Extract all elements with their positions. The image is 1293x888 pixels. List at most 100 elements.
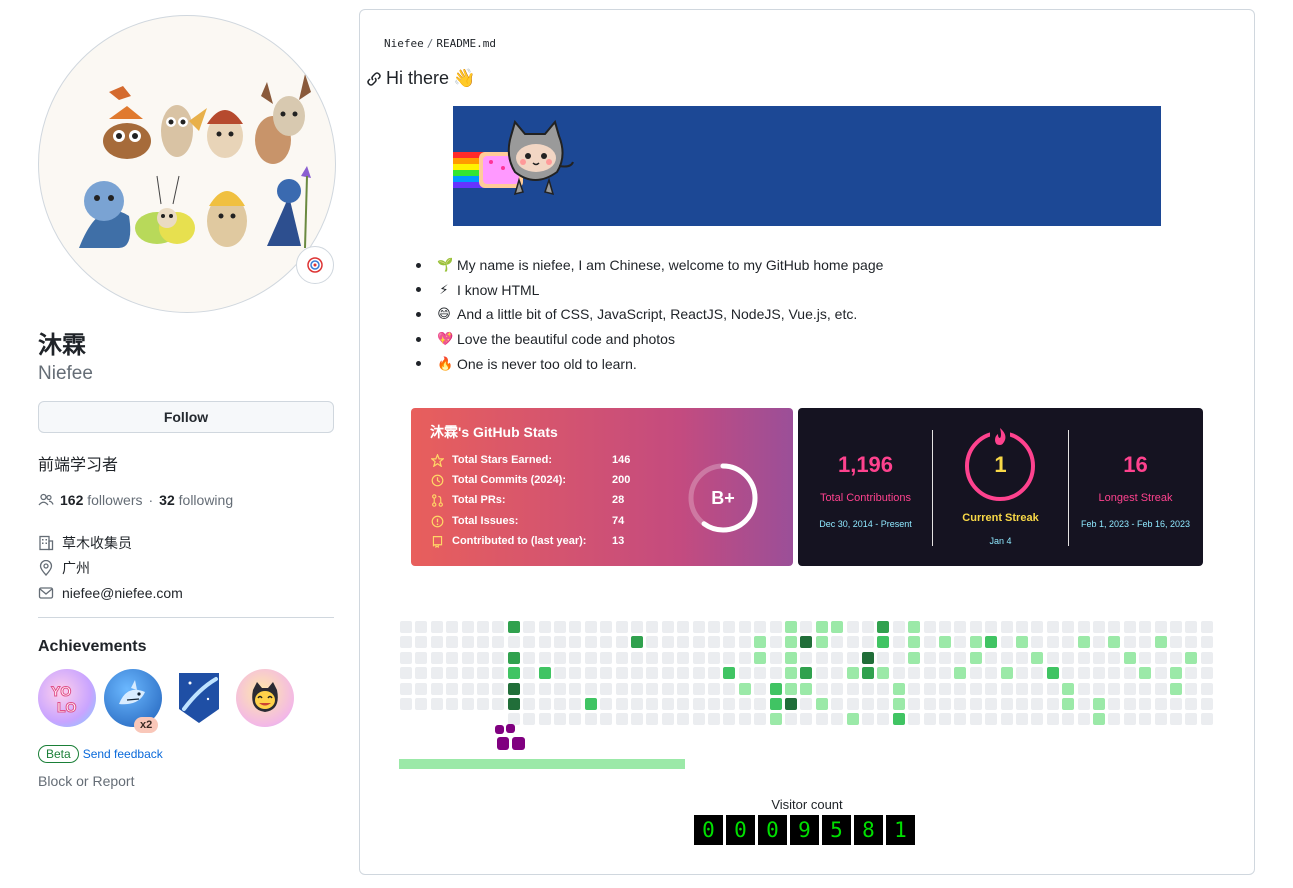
counter-digit: 9 <box>790 815 819 845</box>
contribution-cell <box>554 621 566 633</box>
streak-stats-card: 1,196 Total Contributions Dec 30, 2014 -… <box>798 408 1203 566</box>
contribution-cell <box>600 698 613 710</box>
breadcrumb-file[interactable]: README.md <box>436 37 496 50</box>
contribution-cell <box>400 621 412 633</box>
achievement-pull-shark[interactable]: x2 <box>104 669 162 733</box>
contribution-cell <box>723 698 736 710</box>
beta-feedback-row: Beta Send feedback <box>38 745 336 763</box>
email-link[interactable]: niefee@niefee.com <box>62 585 183 601</box>
list-item: 💖 Love the beautiful code and photos <box>416 327 883 352</box>
achievement-yolo[interactable]: YO LO <box>38 669 96 727</box>
snake-segment <box>497 737 509 750</box>
contribution-cell <box>661 713 674 726</box>
pr-icon <box>430 493 444 507</box>
block-report-link[interactable]: Block or Report <box>38 773 336 789</box>
issue-icon <box>430 514 444 528</box>
contribution-cell <box>1200 621 1213 633</box>
contribution-cell <box>1139 667 1152 680</box>
contribution-cell <box>738 651 751 664</box>
contribution-cell <box>415 682 428 695</box>
contribution-cell <box>584 636 597 649</box>
contribution-cell <box>1170 636 1182 649</box>
contribution-cell <box>1031 636 1044 649</box>
contribution-cell <box>785 636 797 649</box>
contribution-cell <box>800 698 813 710</box>
follow-button[interactable]: Follow <box>38 401 334 433</box>
contribution-cell <box>1062 651 1075 664</box>
contribution-cell <box>584 621 597 633</box>
contribution-cell <box>831 698 844 710</box>
contribution-cell <box>677 713 690 726</box>
achievement-starstruck[interactable] <box>170 669 228 727</box>
contribution-cell <box>800 713 813 726</box>
avatar[interactable] <box>38 15 336 313</box>
contribution-cell <box>1016 651 1028 664</box>
contribution-cell <box>923 667 936 680</box>
contribution-cell <box>1108 651 1121 664</box>
stat-row-contributed: Contributed to (last year): 13 <box>430 534 624 548</box>
contribution-cell <box>985 667 998 680</box>
heading-text: Hi there <box>386 68 450 88</box>
contribution-cell <box>492 636 505 649</box>
contribution-cell <box>1123 651 1136 664</box>
contribution-cell <box>1000 713 1013 726</box>
counter-digit: 5 <box>822 815 851 845</box>
contribution-cell <box>815 713 828 726</box>
total-contributions-label: Total Contributions <box>819 492 912 504</box>
contribution-cell <box>862 698 874 710</box>
contribution-cell <box>785 682 797 695</box>
achievement-quickdraw[interactable] <box>236 669 294 727</box>
contribution-cell <box>815 682 828 695</box>
contribution-cell <box>1016 636 1028 649</box>
contribution-cell <box>1077 636 1090 649</box>
contribution-cell <box>538 667 551 680</box>
contribution-cell <box>1123 621 1136 633</box>
contribution-cell <box>523 698 536 710</box>
contribution-cell <box>692 713 705 726</box>
contribution-cell <box>461 667 474 680</box>
contribution-cell <box>1139 698 1152 710</box>
about-list: 🌱 My name is niefee, I am Chinese, welcom… <box>416 253 883 376</box>
status-emoji-button[interactable] <box>296 246 334 284</box>
contribution-cell <box>800 636 813 649</box>
contribution-cell <box>631 667 643 680</box>
contribution-cell <box>985 682 998 695</box>
contribution-cell <box>615 621 628 633</box>
contribution-cell <box>1062 713 1075 726</box>
contribution-cell <box>1170 667 1182 680</box>
heart-icon: 💖 <box>437 331 454 347</box>
achievements-list: YO LO x2 <box>38 669 336 733</box>
contribution-cell <box>631 698 643 710</box>
contribution-cell <box>615 682 628 695</box>
contribution-cell <box>1077 651 1090 664</box>
contribution-cell <box>461 621 474 633</box>
followers-link[interactable]: 162 followers <box>60 492 143 508</box>
contribution-cell <box>815 621 828 633</box>
contribution-cell <box>831 667 844 680</box>
contribution-cell <box>862 651 874 664</box>
contribution-cell <box>723 636 736 649</box>
contribution-cell <box>569 636 582 649</box>
building-icon <box>39 535 54 550</box>
contribution-cell <box>723 651 736 664</box>
contribution-cell <box>430 667 443 680</box>
following-link[interactable]: 32 following <box>159 492 233 508</box>
counter-digit: 1 <box>886 815 915 845</box>
stat-value: 74 <box>612 515 625 527</box>
contribution-cell <box>661 651 674 664</box>
contribution-cell <box>785 651 797 664</box>
followers-label: followers <box>87 492 143 508</box>
contribution-cell <box>538 698 551 710</box>
link-icon[interactable] <box>366 71 382 87</box>
contribution-cell <box>1093 621 1105 633</box>
send-feedback-link[interactable]: Send feedback <box>83 747 163 761</box>
snake-segment <box>506 724 515 733</box>
contribution-cell <box>569 698 582 710</box>
counter-digit: 0 <box>758 815 787 845</box>
achievement-tier-badge: x2 <box>134 717 159 733</box>
contribution-cell <box>1154 713 1167 726</box>
breadcrumb-user[interactable]: Niefee <box>384 37 424 50</box>
counter-digit: 0 <box>726 815 755 845</box>
contribution-cell <box>923 621 936 633</box>
contribution-cell <box>1108 636 1121 649</box>
